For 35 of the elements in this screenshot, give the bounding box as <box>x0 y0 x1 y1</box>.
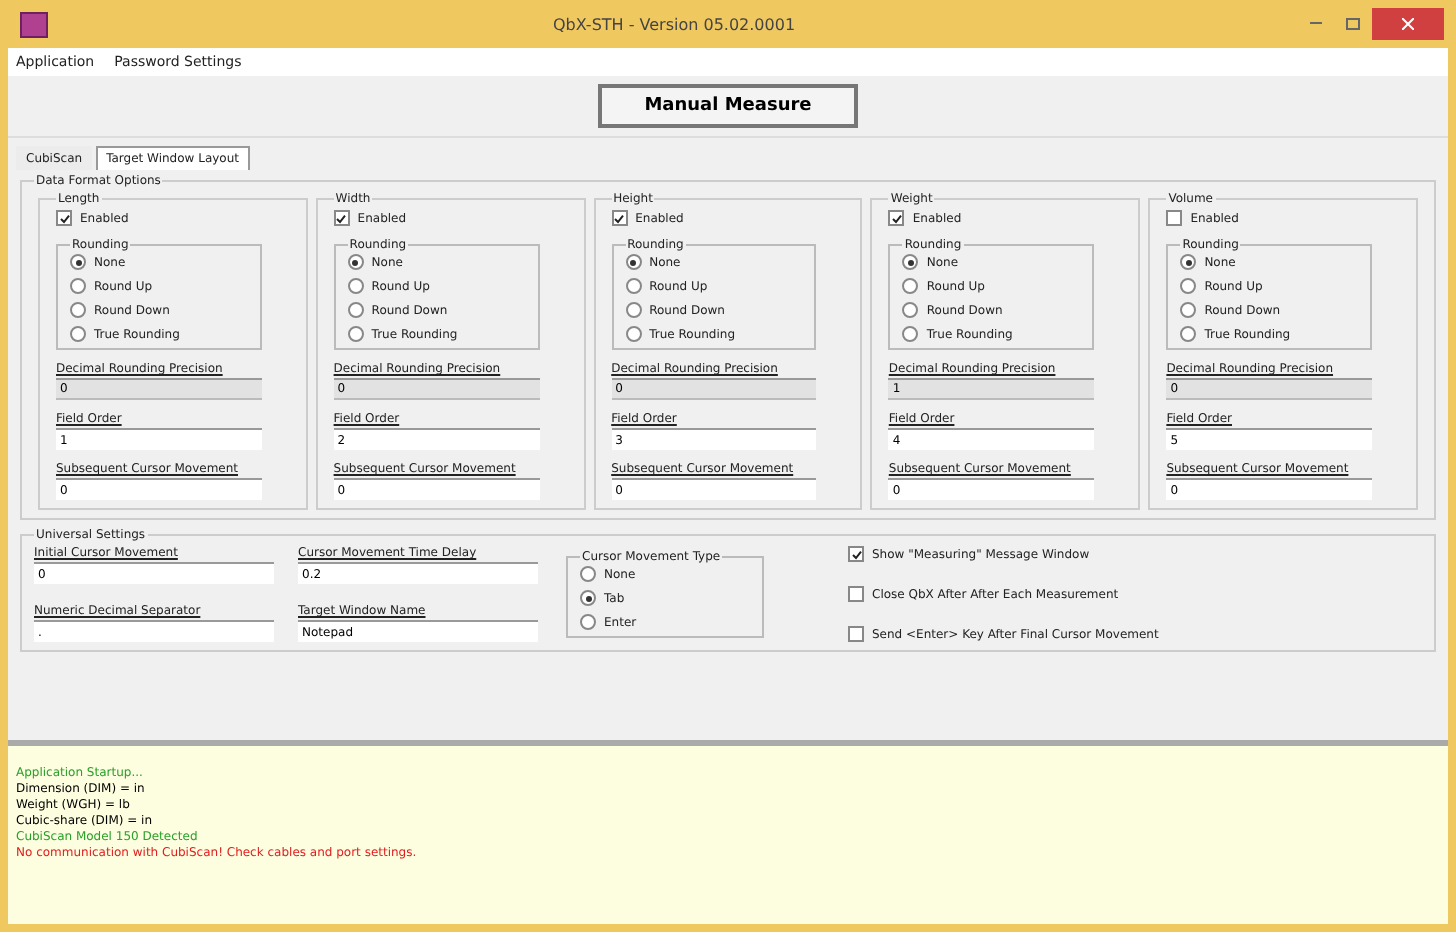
checkbox-box[interactable] <box>333 210 350 226</box>
radio-button[interactable] <box>347 254 364 270</box>
radio-button[interactable] <box>70 278 86 294</box>
close-icon[interactable] <box>1372 8 1444 40</box>
radio-button[interactable] <box>902 278 919 294</box>
radio-button[interactable] <box>1180 254 1197 270</box>
radio-button[interactable] <box>347 278 364 294</box>
radio-button[interactable] <box>625 278 642 294</box>
checkbox-box[interactable] <box>888 210 905 226</box>
radio-button[interactable] <box>580 590 596 606</box>
radio-button[interactable] <box>625 254 642 270</box>
radio-button[interactable] <box>902 254 919 270</box>
radio-button[interactable] <box>70 254 86 270</box>
manual-measure-button[interactable]: Manual Measure <box>598 84 858 128</box>
radio-button[interactable] <box>902 302 919 318</box>
window-title: QbX-STH - Version 05.02.0001 <box>550 15 798 33</box>
radio-button[interactable] <box>625 326 642 342</box>
checkbox-box[interactable] <box>848 586 864 602</box>
checkbox-box[interactable] <box>848 546 864 562</box>
radio-button[interactable] <box>347 302 364 318</box>
checkbox-box[interactable] <box>611 210 628 226</box>
checkbox-box[interactable] <box>56 210 72 226</box>
radio-button[interactable] <box>70 326 86 342</box>
radio-button[interactable] <box>902 326 919 342</box>
radio-button[interactable] <box>347 326 364 342</box>
radio-button[interactable] <box>580 614 596 630</box>
radio-button[interactable] <box>1180 326 1197 342</box>
radio-button[interactable] <box>625 302 642 318</box>
checkbox-box[interactable] <box>1166 210 1183 226</box>
radio-button[interactable] <box>580 566 596 582</box>
radio-button[interactable] <box>1180 278 1197 294</box>
checkbox-box[interactable] <box>848 626 864 642</box>
radio-button[interactable] <box>70 302 86 318</box>
radio-button[interactable] <box>1180 302 1197 318</box>
app-icon <box>20 11 48 37</box>
